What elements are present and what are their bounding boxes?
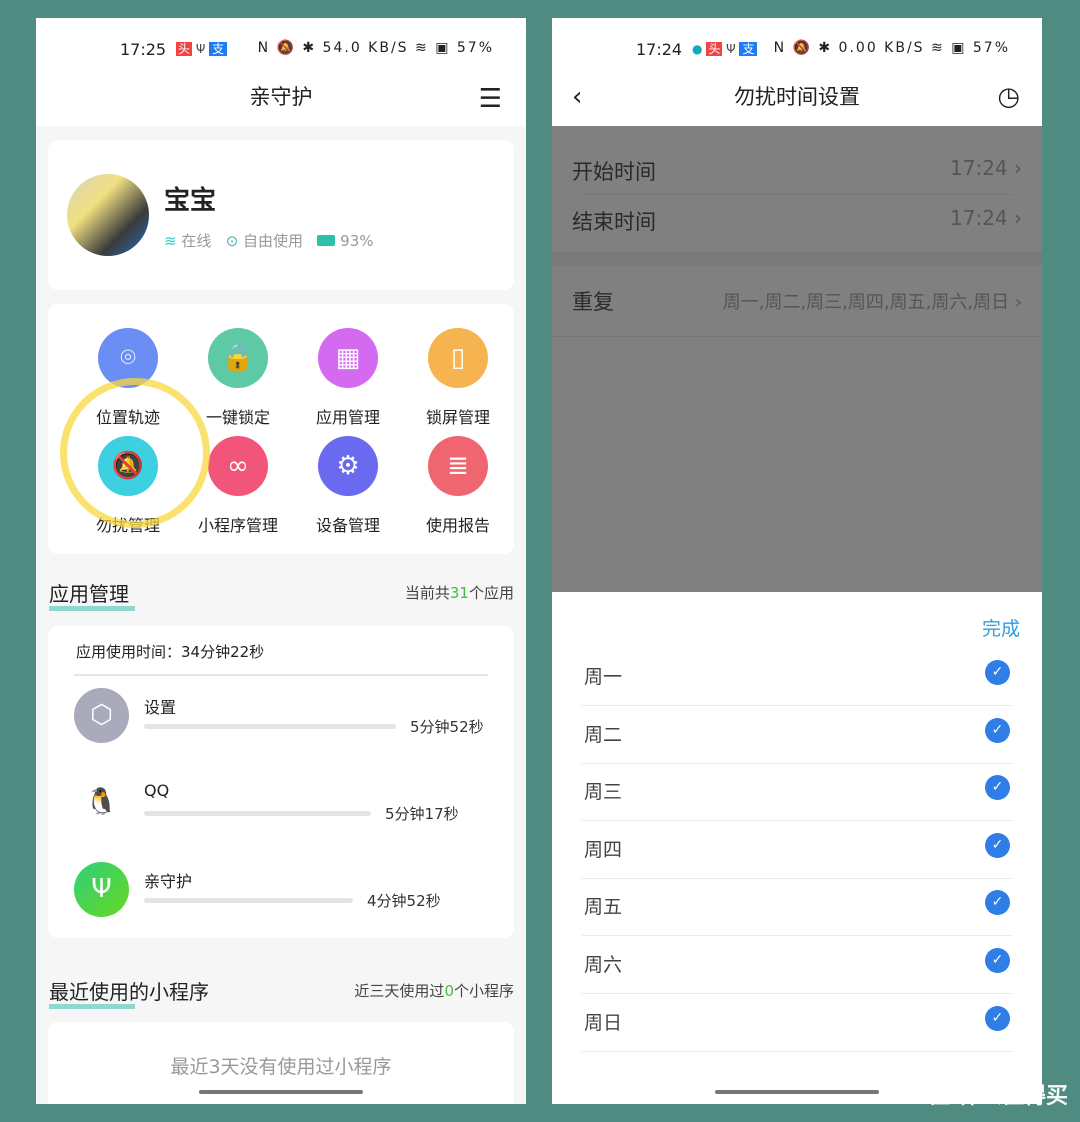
home-indicator[interactable] [199, 1090, 363, 1094]
page-title: 亲守护 [249, 85, 313, 109]
avatar [67, 174, 149, 256]
app-management-header: 应用管理 当前共31个应用 [49, 578, 514, 611]
app-usage-row[interactable]: Ψ 亲守护 4分钟52秒 [74, 862, 494, 922]
settings-sliders-icon[interactable]: ☰ [479, 82, 502, 116]
check-icon[interactable]: ✓ [985, 660, 1010, 685]
day-option[interactable]: 周六 ✓ [582, 936, 1012, 994]
check-icon[interactable]: ✓ [985, 832, 1010, 858]
gear-icon: ⚙ [318, 436, 378, 496]
status-bar: 17:24 ● 头 Ψ 支 N 🔕 ✱ 0.00 KB/S ≋ ▣ 57% [552, 18, 1042, 80]
right-screen: 17:24 ● 头 Ψ 支 N 🔕 ✱ 0.00 KB/S ≋ ▣ 57% ‹ … [552, 18, 1042, 1104]
feature-gear[interactable]: ⚙ 设备管理 [293, 436, 403, 536]
feature-lock[interactable]: 🔒 一键锁定 [183, 328, 293, 428]
report-icon: ≣ [428, 436, 488, 496]
feature-grid: ⌾ 位置轨迹 🔒 一键锁定 ▦ 应用管理 ▯ 锁屏管理 🔕 勿扰管理 ∞ 小程序管理 ⚙ 设备管理 ≣ 使用报… [48, 304, 514, 554]
check-icon[interactable]: ✓ [985, 717, 1010, 743]
back-icon[interactable]: ‹ [572, 80, 582, 114]
lock-screen-icon: ▯ [428, 328, 488, 388]
home-indicator[interactable] [715, 1090, 879, 1094]
repeat-row[interactable]: 重复 周一,周二,周三,周四,周五,周六,周日 › [572, 286, 1022, 316]
app-icon: Ψ [74, 862, 129, 917]
day-option[interactable]: 周四 ✓ [582, 821, 1012, 879]
feature-report[interactable]: ≣ 使用报告 [403, 436, 513, 536]
day-option[interactable]: 周一 ✓ [582, 648, 1012, 706]
app-icon: ⬡ [74, 688, 129, 743]
day-option[interactable]: 周五 ✓ [582, 878, 1012, 937]
profile-name: 宝宝 [164, 186, 217, 216]
usage-bar [144, 811, 371, 816]
battery-icon [317, 235, 336, 246]
highlight-annotation [60, 378, 210, 528]
feature-apps-grid[interactable]: ▦ 应用管理 [293, 328, 403, 428]
app-icon: 🐧 [74, 775, 129, 830]
usage-bar [144, 724, 396, 729]
day-option[interactable]: 周二 ✓ [582, 706, 1012, 764]
app-usage-row[interactable]: ⬡ 设置 5分钟52秒 [74, 688, 494, 748]
watermark-logo: 值 什么值得买 [928, 1084, 1068, 1109]
check-circle-icon: ⊙ [225, 232, 239, 250]
notification-icons: 头 Ψ 支 [176, 40, 228, 57]
left-screen: 17:25 头 Ψ 支 N 🔕 ✱ 54.0 KB/S ≋ ▣ 57% 亲守护 … [36, 18, 526, 1104]
app-usage-row[interactable]: 🐧 QQ 5分钟17秒 [74, 775, 494, 835]
check-icon[interactable]: ✓ [985, 1005, 1010, 1031]
app-bar: ‹ 勿扰时间设置 ◷ [552, 80, 1042, 126]
divider [74, 674, 488, 676]
dim-overlay[interactable]: 开始时间 17:24 › 结束时间 17:24 › 重复 周一,周二,周三,周四,周五… [552, 126, 1042, 592]
start-time-row[interactable]: 开始时间 17:24 › [572, 156, 1022, 186]
check-icon[interactable]: ✓ [985, 890, 1010, 916]
check-icon[interactable]: ✓ [985, 948, 1010, 973]
check-icon[interactable]: ✓ [985, 775, 1010, 801]
usage-bar [144, 898, 353, 903]
apps-grid-icon: ▦ [318, 328, 378, 388]
status-bar: 17:25 头 Ψ 支 N 🔕 ✱ 54.0 KB/S ≋ ▣ 57% [36, 18, 526, 80]
end-time-row[interactable]: 结束时间 17:24 › [572, 206, 1022, 236]
day-option[interactable]: 周三 ✓ [582, 763, 1012, 822]
clock-check-icon[interactable]: ◷ [997, 80, 1020, 114]
page-title: 勿扰时间设置 [734, 85, 860, 109]
day-option[interactable]: 周日 ✓ [582, 994, 1012, 1052]
done-button[interactable]: 完成 [982, 614, 1020, 641]
mini-program-icon: ∞ [208, 436, 268, 496]
app-bar: 亲守护 ☰ [36, 80, 526, 126]
wifi-icon: ≋ [164, 232, 177, 250]
mini-program-header: 最近使用的小程序 近三天使用过0个小程序 [49, 976, 514, 1009]
feature-lock-screen[interactable]: ▯ 锁屏管理 [403, 328, 513, 428]
profile-card[interactable]: 宝宝 ≋ 在线 ⊙ 自由使用 93% [48, 140, 514, 290]
app-usage-card: 应用使用时间：34分钟22秒 ⬡ 设置 5分钟52秒 🐧 QQ 5分钟17秒 Ψ 亲… [48, 626, 514, 938]
lock-icon: 🔒 [208, 328, 268, 388]
notification-icons: ● 头 Ψ 支 [692, 40, 758, 57]
